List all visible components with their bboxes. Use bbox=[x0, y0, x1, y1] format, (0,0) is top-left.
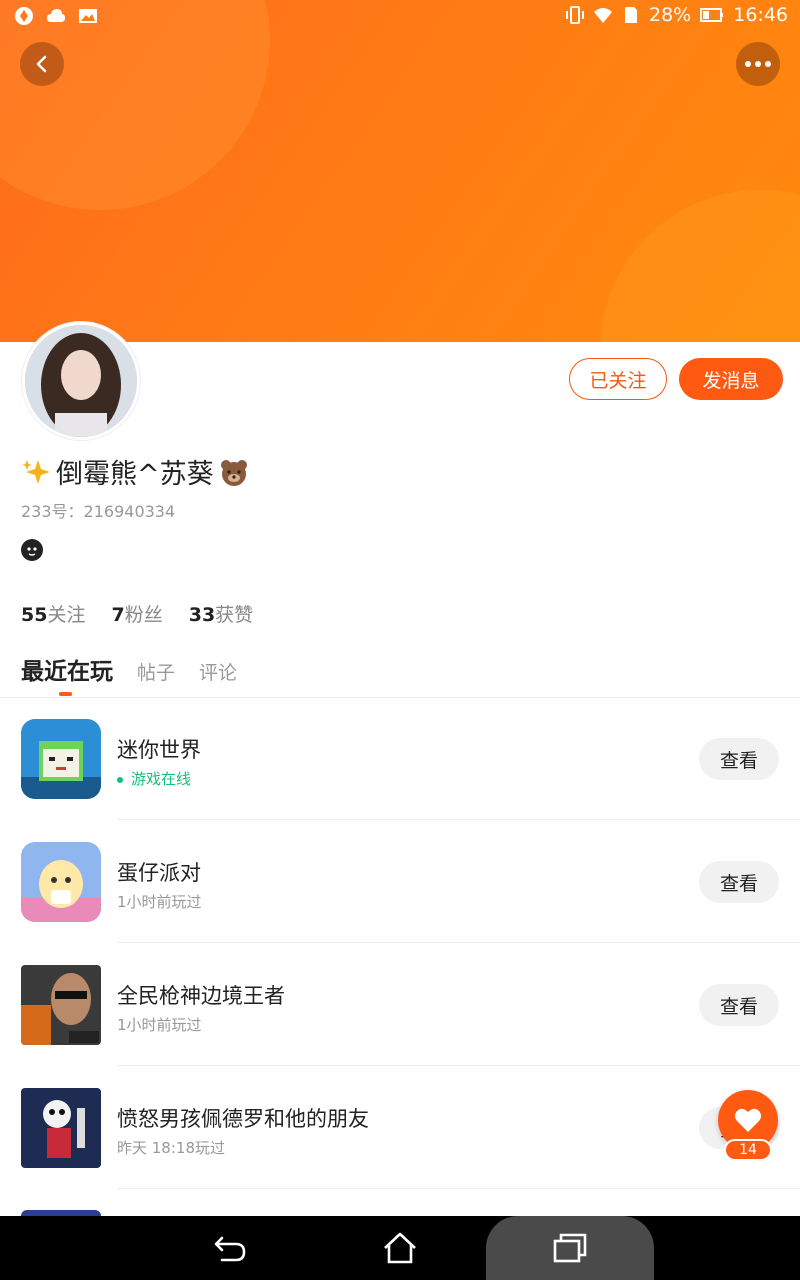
game-icon-eggy-party bbox=[21, 842, 101, 922]
user-id: 233号：216940334 bbox=[21, 502, 176, 521]
username-text: 倒霉熊^苏葵 bbox=[56, 459, 214, 490]
sparkles-icon bbox=[22, 459, 50, 484]
profile-stats: 55关注 7粉丝 33获赞 bbox=[21, 600, 253, 627]
game-status: 1小时前玩过 bbox=[117, 1016, 202, 1034]
heart-icon bbox=[735, 1108, 761, 1132]
avatar[interactable] bbox=[22, 322, 140, 440]
battery-icon bbox=[700, 8, 724, 22]
game-status: 昨天 18:18玩过 bbox=[117, 1139, 225, 1157]
list-item[interactable]: 蛋仔派对 1小时前玩过 查看 bbox=[0, 821, 800, 943]
back-button[interactable] bbox=[20, 42, 64, 86]
game-icon-gun-god bbox=[21, 965, 101, 1045]
username: 倒霉熊^苏葵 bbox=[20, 452, 250, 491]
wifi-icon bbox=[594, 8, 612, 23]
back-arrow-icon bbox=[36, 55, 47, 73]
follow-button[interactable]: 已关注 bbox=[569, 358, 667, 400]
game-status: 游戏在线 bbox=[117, 768, 191, 789]
status-bar: 28% 16:46 bbox=[0, 0, 800, 36]
game-title: 蛋仔派对 bbox=[117, 861, 201, 885]
tab-indicator bbox=[59, 692, 72, 696]
stat-followers[interactable]: 7粉丝 bbox=[111, 600, 162, 627]
battery-percent: 28% bbox=[649, 4, 692, 26]
sd-card-icon bbox=[625, 7, 637, 23]
view-button[interactable]: 查看 bbox=[699, 984, 779, 1026]
image-icon bbox=[79, 9, 97, 23]
nav-home-icon[interactable] bbox=[380, 1228, 420, 1268]
profile-cover bbox=[0, 0, 800, 342]
game-title: 迷你世界 bbox=[117, 738, 201, 762]
online-dot bbox=[117, 776, 123, 783]
more-button[interactable] bbox=[736, 42, 780, 86]
view-button[interactable]: 查看 bbox=[699, 738, 779, 780]
list-item[interactable]: 愤怒男孩佩德罗和他的朋友 昨天 18:18玩过 查看 bbox=[0, 1067, 800, 1189]
tab-comments[interactable]: 评论 bbox=[199, 658, 237, 685]
like-count-badge: 14 bbox=[724, 1139, 772, 1161]
divider bbox=[117, 942, 800, 943]
more-dots-icon bbox=[745, 61, 771, 67]
vibrate-icon bbox=[566, 6, 584, 24]
avatar-image bbox=[25, 325, 137, 437]
tab-posts[interactable]: 帖子 bbox=[137, 658, 175, 685]
nav-back-icon[interactable] bbox=[210, 1228, 250, 1268]
divider bbox=[117, 819, 800, 820]
clock: 16:46 bbox=[733, 4, 788, 26]
game-icon-pedro bbox=[21, 1088, 101, 1168]
game-title: 全民枪神边境王者 bbox=[117, 984, 285, 1008]
message-button[interactable]: 发消息 bbox=[679, 358, 783, 400]
divider bbox=[117, 1065, 800, 1066]
game-title: 愤怒男孩佩德罗和他的朋友 bbox=[117, 1107, 369, 1131]
cloud-icon bbox=[47, 9, 65, 22]
cover-decoration bbox=[600, 190, 800, 342]
view-button[interactable]: 查看 bbox=[699, 861, 779, 903]
game-status: 1小时前玩过 bbox=[117, 893, 202, 911]
list-item[interactable]: 迷你世界 游戏在线 查看 bbox=[0, 698, 800, 820]
mood-emoji-icon bbox=[21, 539, 43, 561]
list-item[interactable]: 全民枪神边境王者 1小时前玩过 查看 bbox=[0, 944, 800, 1066]
divider bbox=[117, 1188, 800, 1189]
app-notification-icon bbox=[15, 7, 33, 25]
bear-icon bbox=[220, 459, 247, 486]
nav-recents-icon[interactable] bbox=[550, 1228, 590, 1268]
stat-likes[interactable]: 33获赞 bbox=[189, 600, 253, 627]
tab-recent-games[interactable]: 最近在玩 bbox=[21, 652, 113, 686]
stat-following[interactable]: 55关注 bbox=[21, 600, 85, 627]
profile-tabs: 最近在玩 帖子 评论 bbox=[21, 652, 237, 686]
game-icon-mini-world bbox=[21, 719, 101, 799]
